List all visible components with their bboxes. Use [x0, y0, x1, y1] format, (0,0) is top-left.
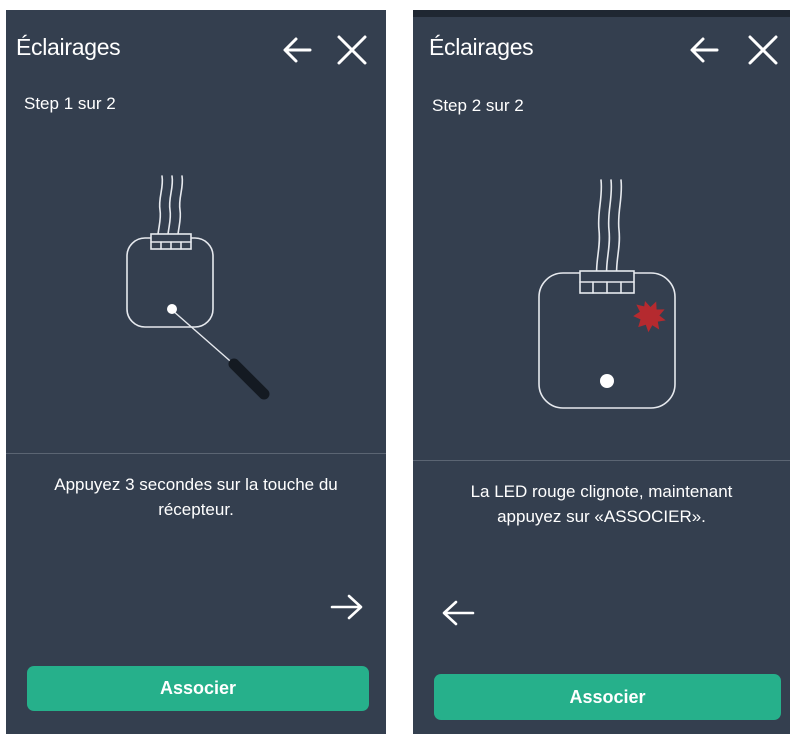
step-indicator: Step 1 sur 2 [24, 94, 116, 113]
close-icon[interactable] [743, 30, 783, 70]
associate-button[interactable]: Associer [434, 674, 781, 720]
receiver-screwdriver-illustration [106, 170, 296, 410]
receiver-blinking-led-illustration [523, 170, 693, 420]
wizard-screen-step-2: Éclairages Step 2 sur 2 La LED rouge cli… [413, 10, 790, 734]
wizard-screen-step-1: Éclairages Step 1 sur 2 Appuyez 3 second… [6, 10, 386, 734]
back-arrow-icon[interactable] [685, 30, 725, 70]
screen-title: Éclairages [429, 34, 534, 60]
instruction-text: Appuyez 3 secondes sur la touche du réce… [54, 475, 338, 519]
previous-arrow-icon[interactable] [437, 592, 479, 634]
instruction-text: La LED rouge clignote, maintenant appuye… [470, 482, 733, 526]
back-arrow-icon[interactable] [278, 30, 318, 70]
step-indicator: Step 2 sur 2 [432, 96, 524, 115]
divider [413, 460, 790, 461]
red-led-icon [633, 301, 666, 333]
associate-button[interactable]: Associer [27, 666, 369, 711]
screen-title: Éclairages [16, 34, 121, 60]
next-arrow-icon[interactable] [326, 586, 368, 628]
divider [6, 453, 386, 454]
close-icon[interactable] [332, 30, 372, 70]
